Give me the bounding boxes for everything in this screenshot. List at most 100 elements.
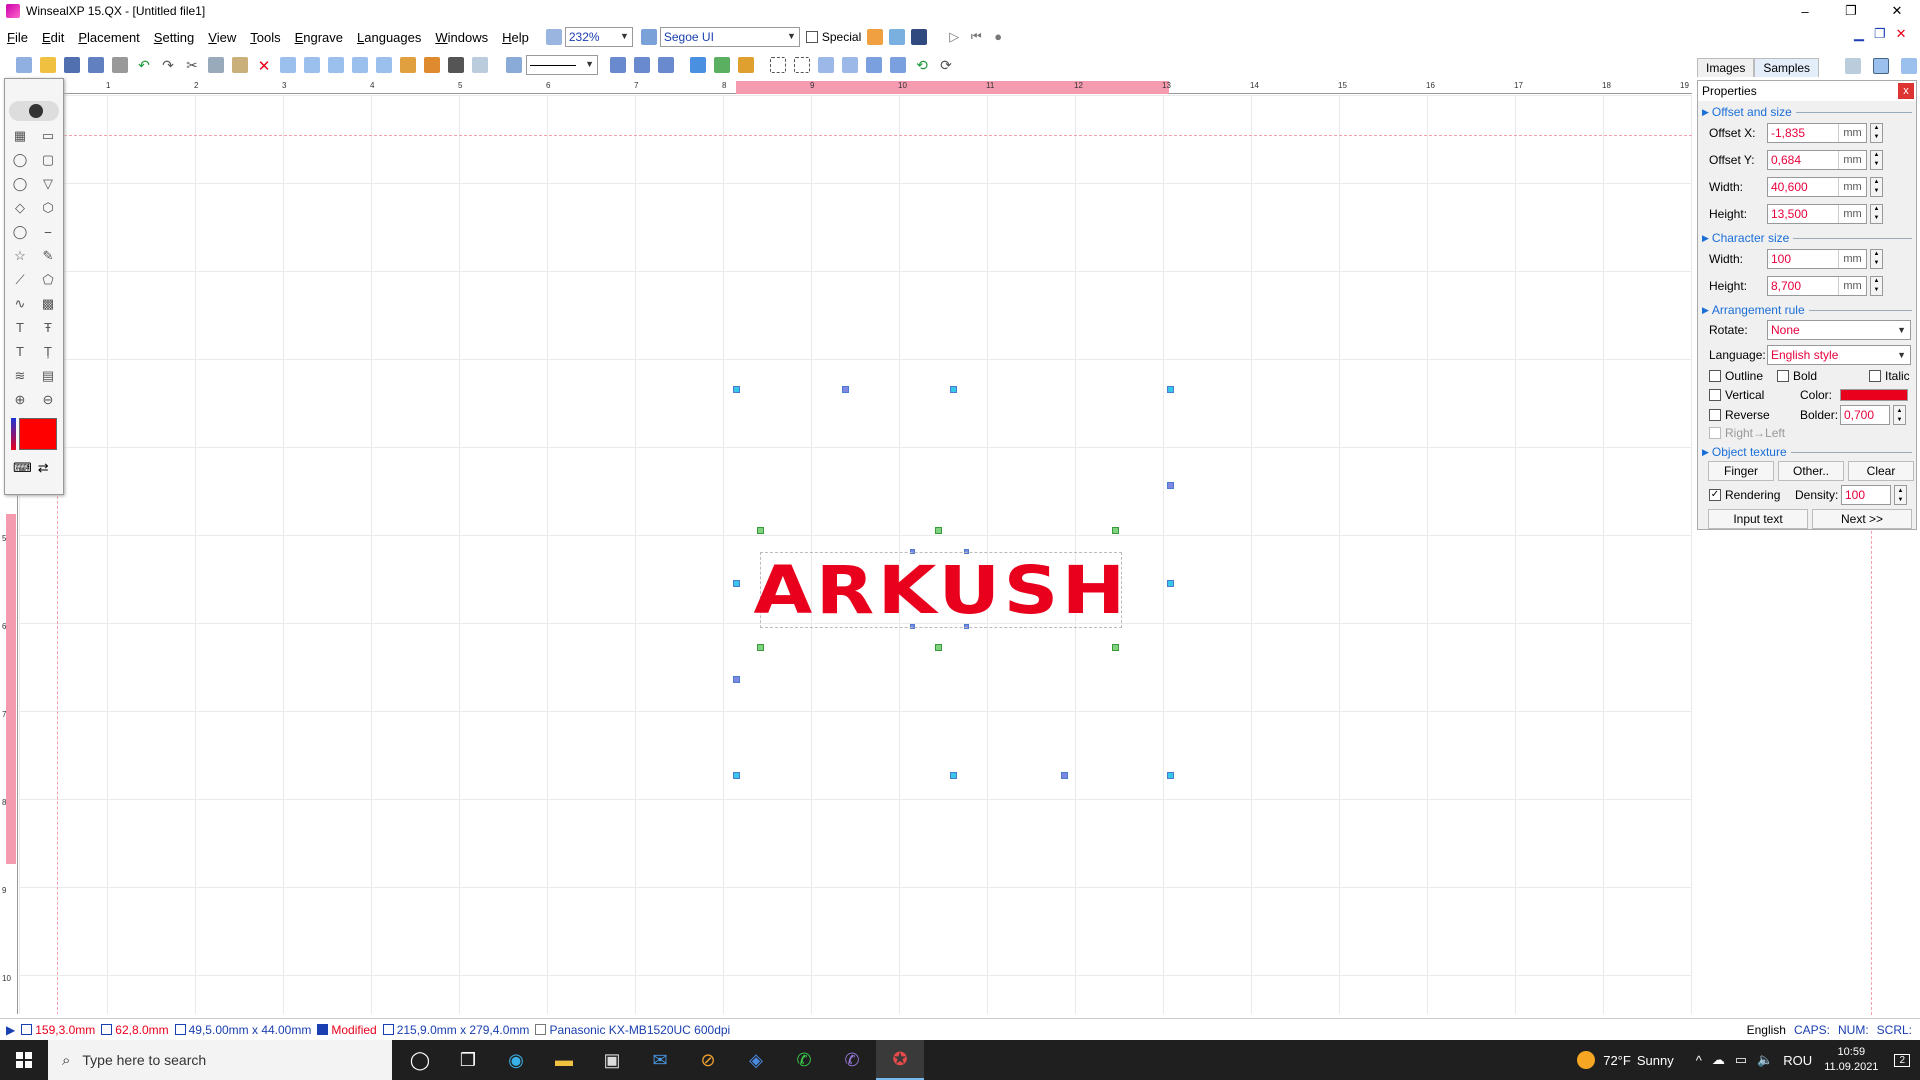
resize-handle[interactable]: [950, 772, 957, 779]
play-icon[interactable]: ▷: [946, 29, 962, 45]
node-icon[interactable]: [690, 57, 706, 73]
resize-handle[interactable]: [1167, 772, 1174, 779]
curve-icon[interactable]: ∿: [10, 295, 30, 312]
backward-icon[interactable]: [890, 57, 906, 73]
frame-icon[interactable]: ▤: [38, 367, 58, 384]
panel-dock-icon[interactable]: [1901, 58, 1917, 74]
clear-button[interactable]: Clear: [1848, 461, 1914, 481]
reverse-checkbox[interactable]: Reverse: [1709, 408, 1800, 422]
align-right-icon[interactable]: [328, 57, 344, 73]
offset-y-spinner[interactable]: ▲ ▼: [1870, 149, 1883, 170]
keyboard-icon[interactable]: ⌨: [13, 460, 32, 476]
close-button[interactable]: ✕: [1874, 0, 1920, 22]
text-icon[interactable]: T: [10, 319, 30, 336]
weather-icon[interactable]: [1577, 1051, 1596, 1069]
taskbar-search[interactable]: ⌕ Type here to search: [48, 1040, 392, 1080]
width-field[interactable]: 40,600 mm: [1767, 176, 1867, 197]
menu-setting[interactable]: Setting: [147, 30, 201, 45]
node-add-icon[interactable]: [714, 57, 730, 73]
offset-x-spinner[interactable]: ▲ ▼: [1870, 122, 1883, 143]
density-field[interactable]: 100: [1841, 485, 1891, 505]
swap-icon[interactable]: ⇄: [38, 460, 49, 476]
properties-close-button[interactable]: x: [1898, 83, 1914, 99]
align-top-icon[interactable]: [352, 57, 368, 73]
italic-checkbox[interactable]: Italic: [1869, 369, 1910, 383]
node-delete-icon[interactable]: [738, 57, 754, 73]
open-icon[interactable]: [40, 57, 56, 73]
menu-placement[interactable]: Placement: [71, 30, 146, 45]
bolder-field[interactable]: 0,700: [1840, 405, 1890, 425]
camera-icon[interactable]: [448, 57, 464, 73]
to-back-icon[interactable]: [842, 57, 858, 73]
bolder-spinner[interactable]: ▲ ▼: [1893, 405, 1906, 425]
align-bottom-icon[interactable]: [376, 57, 392, 73]
triangle-icon[interactable]: ▽: [38, 175, 58, 192]
rendering-checkbox[interactable]: ✓ Rendering: [1709, 488, 1795, 502]
pen-icon[interactable]: [506, 57, 522, 73]
text-object[interactable]: ARKUSH: [753, 552, 1125, 629]
copy-icon[interactable]: [208, 57, 224, 73]
circle-icon[interactable]: ◯: [10, 151, 30, 168]
align-left-icon[interactable]: [280, 57, 296, 73]
delete-icon[interactable]: ✕: [256, 57, 272, 75]
char-height-field[interactable]: 8,700 mm: [1767, 275, 1867, 296]
vertical-text-icon[interactable]: T: [10, 343, 30, 360]
resize-handle[interactable]: [950, 386, 957, 393]
menu-help[interactable]: Help: [495, 30, 536, 45]
height-spinner[interactable]: ▲ ▼: [1870, 203, 1883, 224]
menu-view[interactable]: View: [201, 30, 243, 45]
chevron-up-icon[interactable]: ^: [1696, 1053, 1702, 1068]
section-arrangement[interactable]: ▶ Arrangement rule: [1698, 303, 1916, 317]
tab-samples[interactable]: Samples: [1754, 58, 1820, 77]
arc-icon[interactable]: ◯: [10, 223, 30, 240]
fill-icon[interactable]: [424, 57, 440, 73]
char-height-spinner[interactable]: ▲ ▼: [1870, 275, 1883, 296]
offset-y-field[interactable]: 0,684 mm: [1767, 149, 1867, 170]
menu-engrave[interactable]: Engrave: [288, 30, 350, 45]
file-explorer-icon[interactable]: ▬: [540, 1040, 588, 1080]
mdi-minimize-icon[interactable]: ▁: [1854, 26, 1864, 42]
print-icon[interactable]: [112, 57, 128, 73]
text-color-swatch[interactable]: [1840, 389, 1908, 401]
vertical-checkbox[interactable]: Vertical: [1709, 388, 1800, 402]
rounded-rect-icon[interactable]: ▢: [38, 151, 58, 168]
messenger-icon[interactable]: ⊘: [684, 1040, 732, 1080]
eye-icon[interactable]: [9, 101, 59, 121]
polygon-icon[interactable]: ⬠: [38, 271, 58, 288]
arc-text-icon[interactable]: Ŧ: [38, 319, 58, 336]
height-field[interactable]: 13,500 mm: [1767, 203, 1867, 224]
font-select[interactable]: Segoe UI ▼: [659, 27, 800, 47]
task-view-icon[interactable]: ❒: [444, 1040, 492, 1080]
octagon-icon[interactable]: ⬡: [38, 199, 58, 216]
edge-icon[interactable]: ◉: [492, 1040, 540, 1080]
mdi-close-icon[interactable]: ✕: [1896, 26, 1907, 42]
new-icon[interactable]: [16, 57, 32, 73]
resize-handle[interactable]: [733, 676, 740, 683]
rotate-handle[interactable]: [1112, 644, 1119, 651]
width-spinner[interactable]: ▲ ▼: [1870, 176, 1883, 197]
other-button[interactable]: Other..: [1778, 461, 1844, 481]
mail-icon[interactable]: ✉: [636, 1040, 684, 1080]
resize-handle[interactable]: [1167, 386, 1174, 393]
save-icon[interactable]: [64, 57, 80, 73]
network-icon[interactable]: ▭: [1735, 1052, 1747, 1068]
maximize-button[interactable]: ❐: [1828, 0, 1874, 22]
tab-images[interactable]: Images: [1697, 58, 1755, 77]
save-as-icon[interactable]: [88, 57, 104, 73]
image-icon[interactable]: ▩: [38, 295, 58, 312]
menu-file[interactable]: File: [0, 30, 35, 45]
ellipse-icon[interactable]: ◯: [10, 175, 30, 192]
minimize-button[interactable]: –: [1782, 0, 1828, 22]
excel-icon[interactable]: [634, 57, 650, 73]
offset-x-field[interactable]: -1,835 mm: [1767, 122, 1867, 143]
input-language[interactable]: ROU: [1783, 1053, 1812, 1068]
wave-text-icon[interactable]: ≋: [10, 367, 30, 384]
forward-icon[interactable]: [866, 57, 882, 73]
line-style-select[interactable]: ▼: [526, 55, 598, 75]
select-icon[interactable]: ▦: [10, 127, 30, 144]
menu-languages[interactable]: Languages: [350, 30, 428, 45]
outlook-icon[interactable]: ◈: [732, 1040, 780, 1080]
zoom-icon[interactable]: [545, 29, 562, 45]
store-icon[interactable]: ▣: [588, 1040, 636, 1080]
zoom-in-icon[interactable]: ⊕: [10, 391, 30, 408]
